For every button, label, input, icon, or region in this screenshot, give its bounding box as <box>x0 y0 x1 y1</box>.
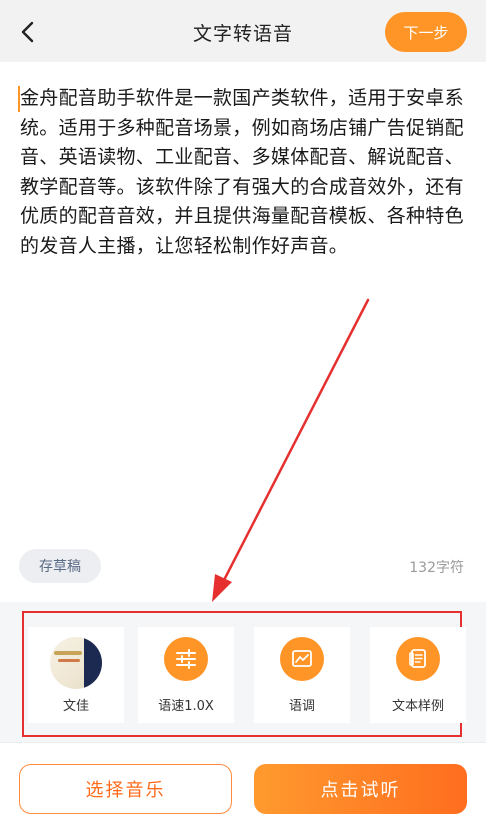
speed-selector[interactable]: 语速1.0X <box>138 627 234 723</box>
select-music-button[interactable]: 选择音乐 <box>19 764 232 814</box>
sliders-icon <box>164 637 208 681</box>
voice-avatar-icon <box>50 637 102 689</box>
pitch-label: 语调 <box>288 699 315 714</box>
save-draft-button[interactable]: 存草稿 <box>19 549 101 583</box>
voice-name-label: 文佳 <box>62 699 89 714</box>
editor-content[interactable]: 金舟配音助手软件是一款国产类软件，适用于安卓系统。适用于多种配音场景，例如商场店… <box>20 84 472 261</box>
speed-label: 语速1.0X <box>158 699 214 714</box>
document-icon <box>396 637 440 681</box>
header-bar: 文字转语音 下一步 <box>0 0 486 62</box>
voice-selector[interactable]: 文佳 <box>28 627 124 723</box>
char-count: 132字符 <box>409 560 464 576</box>
pitch-selector[interactable]: 语调 <box>254 627 350 723</box>
text-editor[interactable]: 金舟配音助手软件是一款国产类软件，适用于安卓系统。适用于多种配音场景，例如商场店… <box>0 62 486 602</box>
preview-listen-button[interactable]: 点击试听 <box>254 764 467 814</box>
voice-settings-toolbar: 文佳 语速1.0X 语调 文本样例 <box>22 611 466 737</box>
chart-icon <box>280 637 324 681</box>
text-sample-selector[interactable]: 文本样例 <box>370 627 466 723</box>
text-sample-label: 文本样例 <box>391 699 444 714</box>
next-step-button[interactable]: 下一步 <box>385 12 467 52</box>
divider <box>0 742 486 743</box>
